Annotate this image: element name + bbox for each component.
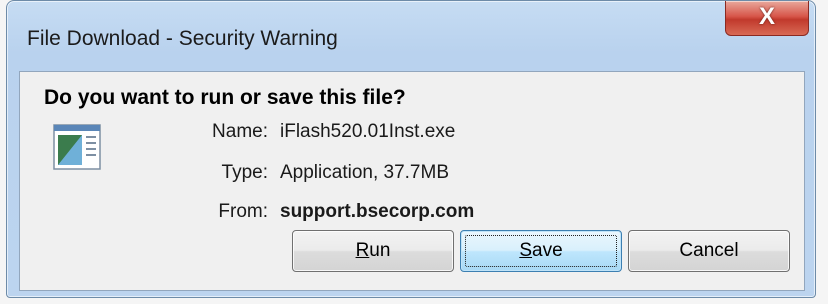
type-label: Type: — [221, 162, 268, 183]
type-value: Application, 37.7MB — [280, 162, 449, 183]
name-value: iFlash520.01Inst.exe — [280, 121, 456, 142]
cancel-label: Cancel — [679, 240, 739, 261]
run-mnemonic: R — [355, 240, 370, 261]
cancel-button[interactable]: Cancel — [628, 230, 790, 272]
from-value: support.bsecorp.com — [280, 201, 475, 222]
from-label: From: — [218, 201, 268, 222]
name-label: Name: — [212, 121, 268, 142]
run-button[interactable]: Run — [292, 230, 454, 272]
application-window-icon — [53, 124, 101, 170]
window-title: File Download - Security Warning — [27, 27, 338, 50]
dialog-question: Do you want to run or save this file? — [44, 86, 406, 109]
close-icon: X — [758, 3, 775, 30]
run-label-rest: un — [369, 240, 391, 261]
close-button[interactable]: X — [725, 1, 809, 36]
focus-ring — [465, 235, 617, 267]
title-bar[interactable]: File Download - Security Warning X — [7, 1, 815, 71]
save-button[interactable]: Save — [460, 230, 622, 272]
